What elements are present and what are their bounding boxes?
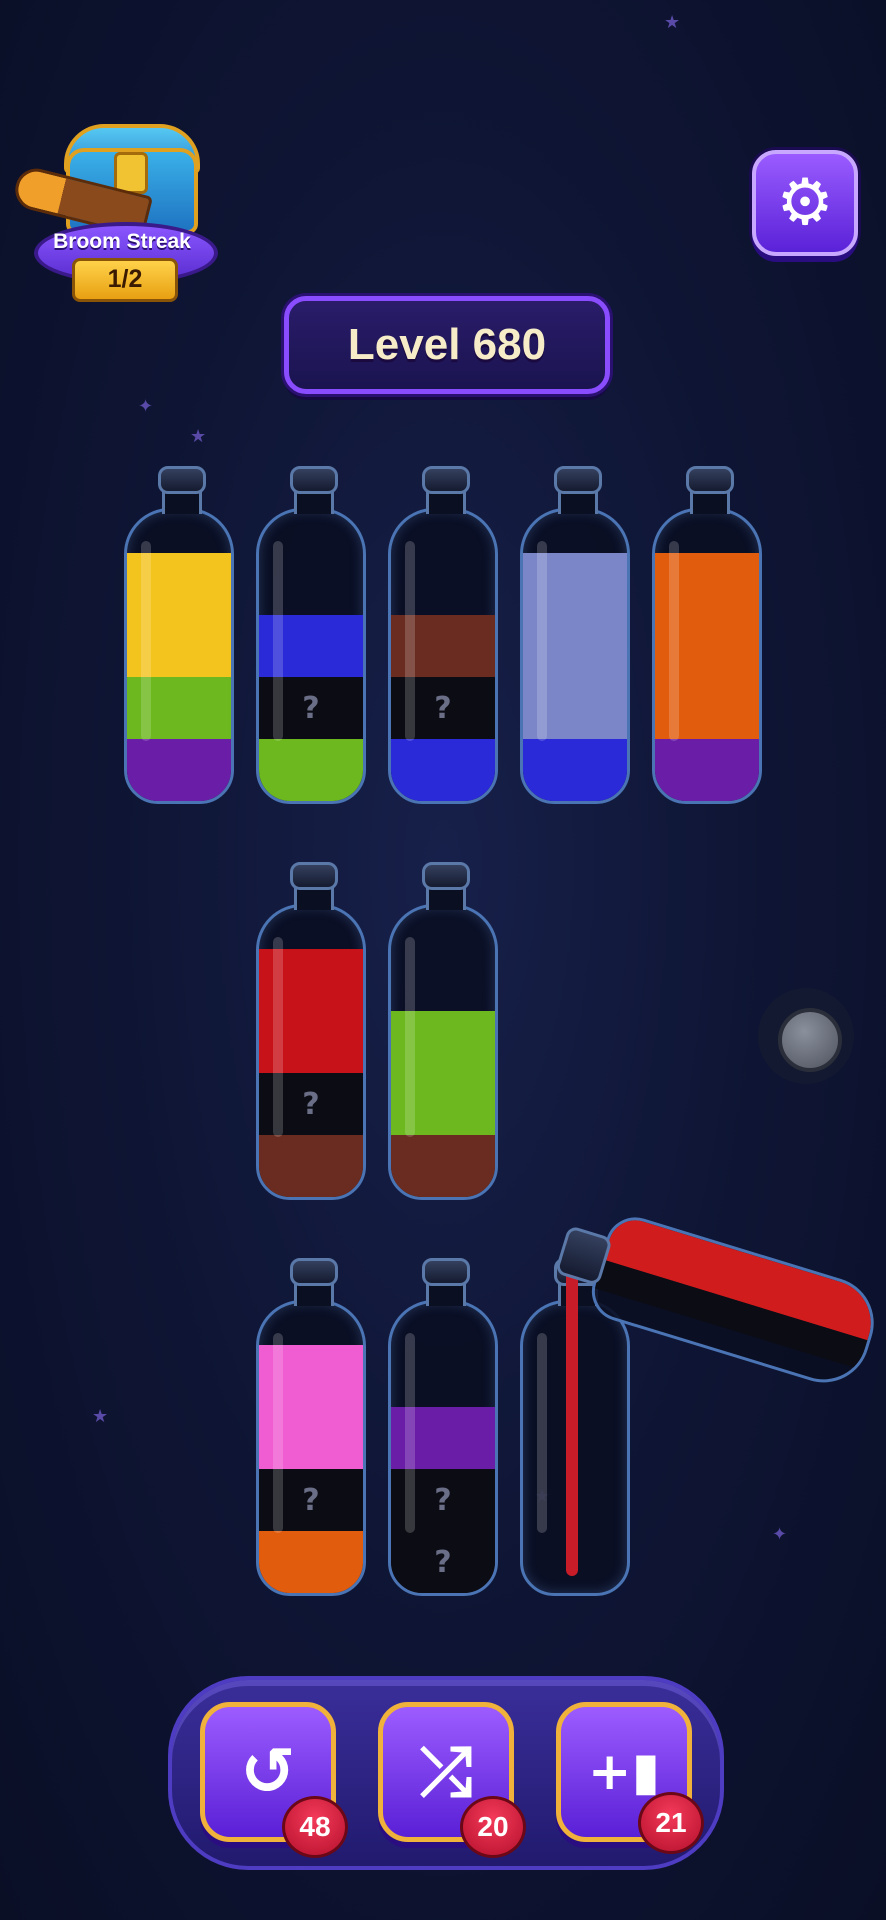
bottle-glass: ? — [256, 904, 366, 1200]
bottle[interactable] — [124, 466, 234, 806]
liquid-layer-orange — [259, 1531, 363, 1593]
bottle-cap — [686, 466, 734, 494]
bottle-glass — [124, 508, 234, 804]
undo-count-badge: 48 — [282, 1796, 348, 1858]
add-bottle-count-badge: 21 — [638, 1792, 704, 1854]
liquid-layer-purple — [655, 739, 759, 801]
glass-shine — [537, 1333, 547, 1533]
bottle[interactable]: ?? — [388, 1258, 498, 1598]
star-decoration: ★ — [664, 12, 681, 33]
shuffle-icon: ⤮ — [419, 1733, 473, 1810]
glass-shine — [273, 937, 283, 1137]
glass-shine — [405, 541, 415, 741]
bottle-glass: ? — [256, 1300, 366, 1596]
bottle-cap — [290, 466, 338, 494]
add-bottle-icon: +▮ — [587, 1742, 661, 1802]
streak-progress: 1/2 — [72, 258, 178, 302]
bottle-glass — [652, 508, 762, 804]
bottle[interactable] — [520, 466, 630, 806]
glass-shine — [669, 541, 679, 741]
gear-icon: ⚙ — [776, 166, 834, 240]
bottle-glass: ?? — [388, 1300, 498, 1596]
liquid-layer-hidden: ? — [391, 1531, 495, 1593]
bottle[interactable]: ? — [256, 1258, 366, 1598]
bottle[interactable]: ? — [388, 466, 498, 806]
joystick[interactable] — [758, 988, 854, 1084]
bottle-cap — [290, 862, 338, 890]
glass-shine — [405, 937, 415, 1137]
level-indicator: Level 680 — [284, 296, 610, 394]
joystick-knob[interactable] — [778, 1008, 842, 1072]
star-decoration: ★ — [92, 1406, 109, 1427]
bottle-cap — [158, 466, 206, 494]
bottle-glass — [388, 904, 498, 1200]
star-decoration: ★ — [190, 426, 207, 447]
liquid-layer-purple — [127, 739, 231, 801]
bottle[interactable]: ? — [256, 862, 366, 1202]
bottle-cap — [422, 862, 470, 890]
settings-button[interactable]: ⚙ — [752, 150, 858, 256]
undo-icon: ↺ — [240, 1733, 296, 1810]
streak-title: Broom Streak — [53, 230, 191, 253]
bottle[interactable]: ? — [256, 466, 366, 806]
bottle-cap — [290, 1258, 338, 1286]
bottle-cap — [422, 1258, 470, 1286]
bottle-glass — [520, 508, 630, 804]
glass-shine — [141, 541, 151, 741]
liquid-layer-blue — [523, 739, 627, 801]
bottle-cap — [422, 466, 470, 494]
star-decoration: ✦ — [772, 1524, 788, 1545]
shuffle-count-badge: 20 — [460, 1796, 526, 1858]
bottle-glass: ? — [388, 508, 498, 804]
liquid-layer-blue — [391, 739, 495, 801]
liquid-layer-brown — [391, 1135, 495, 1197]
glass-shine — [273, 541, 283, 741]
glass-shine — [405, 1333, 415, 1533]
bottle[interactable] — [652, 466, 762, 806]
bottle-cap — [554, 466, 602, 494]
liquid-layer-lime — [259, 739, 363, 801]
star-decoration: ✦ — [138, 396, 154, 417]
liquid-layer-brown — [259, 1135, 363, 1197]
broom-streak-widget[interactable]: Broom Streak 1/2 — [10, 118, 218, 302]
bottle[interactable] — [388, 862, 498, 1202]
bottle-glass: ? — [256, 508, 366, 804]
level-label: Level 680 — [347, 320, 547, 369]
glass-shine — [537, 541, 547, 741]
glass-shine — [273, 1333, 283, 1533]
